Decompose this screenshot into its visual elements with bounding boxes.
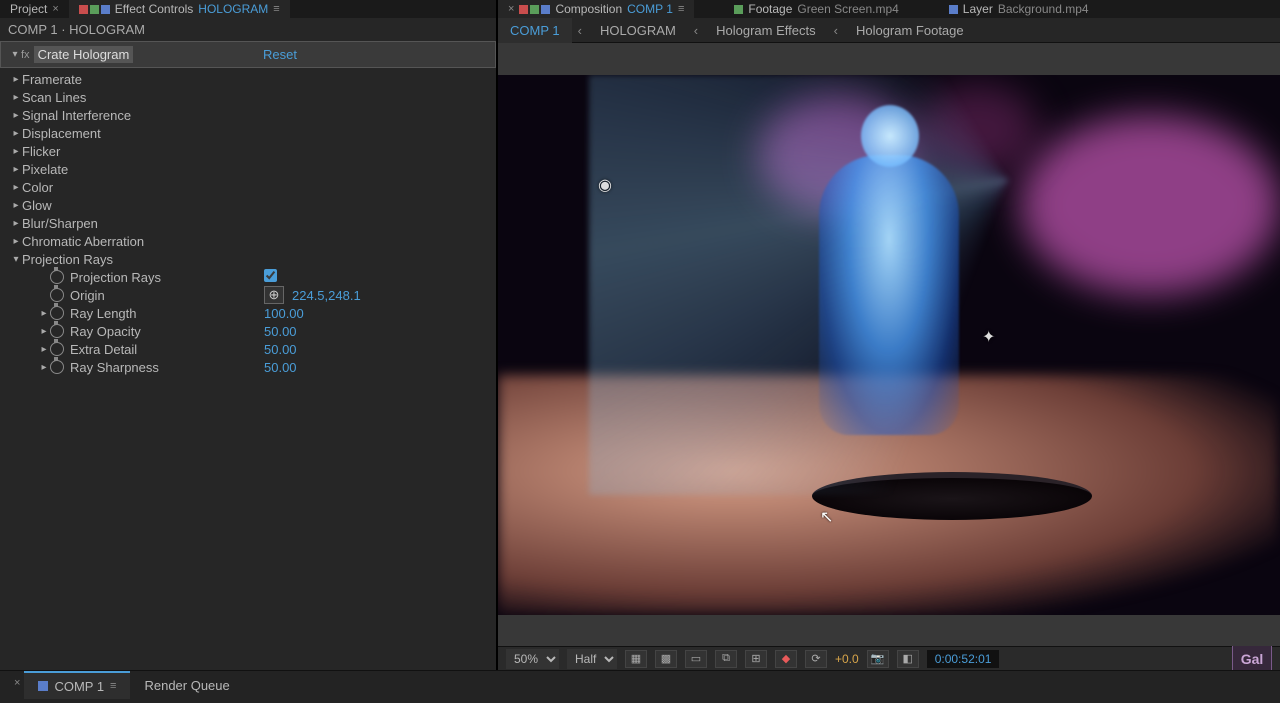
close-icon[interactable]: × <box>10 671 24 695</box>
effect-twirl-icon[interactable] <box>9 49 21 60</box>
group-displacement[interactable]: Displacement <box>0 124 496 142</box>
effect-controls-label: Effect Controls <box>115 2 193 16</box>
panel-menu-icon[interactable]: ≡ <box>678 3 684 15</box>
panel-menu-icon[interactable]: ≡ <box>273 3 279 15</box>
effect-header[interactable]: fx Crate Hologram Reset <box>0 41 496 68</box>
origin-marker[interactable]: ◉ <box>598 175 614 191</box>
nav-hologram-effects[interactable]: Hologram Effects <box>704 18 827 43</box>
nav-hologram[interactable]: HOLOGRAM <box>588 18 688 43</box>
region-icon[interactable]: ⧉ <box>715 650 737 668</box>
composition-breadcrumb: COMP 1 ‹ HOLOGRAM ‹ Hologram Effects ‹ H… <box>498 18 1280 43</box>
close-icon[interactable]: × <box>508 3 514 15</box>
ray-opacity-value[interactable]: 50.00 <box>264 324 297 339</box>
property-list: Framerate Scan Lines Signal Interference… <box>0 68 496 378</box>
exposure-value[interactable]: +0.0 <box>835 652 859 666</box>
group-chromatic-aberration[interactable]: Chromatic Aberration <box>0 232 496 250</box>
extra-detail-value[interactable]: 50.00 <box>264 342 297 357</box>
resolution-select[interactable]: Half <box>567 649 617 669</box>
timeline-tab-render-queue[interactable]: Render Queue <box>130 671 243 699</box>
group-scan-lines[interactable]: Scan Lines <box>0 88 496 106</box>
panel-menu-icon[interactable]: ≡ <box>110 680 116 692</box>
left-tab-bar: Project × Effect Controls HOLOGRAM ≡ <box>0 0 496 18</box>
composition-tab[interactable]: × Composition COMP 1 ≡ <box>498 0 694 18</box>
anchor-point-icon[interactable]: ✦ <box>982 327 998 343</box>
right-tab-bar: × Composition COMP 1 ≡ Footage Green Scr… <box>498 0 1280 18</box>
viewport[interactable]: ◉ ✦ ↖ <box>498 43 1280 646</box>
ray-length-value[interactable]: 100.00 <box>264 306 304 321</box>
footage-target: Green Screen.mp4 <box>797 2 898 16</box>
timeline-tab-comp1[interactable]: COMP 1 ≡ <box>24 671 130 699</box>
stopwatch-icon[interactable] <box>50 288 64 302</box>
snapshot-icon[interactable]: 📷 <box>867 650 889 668</box>
stopwatch-icon[interactable] <box>50 270 64 284</box>
group-blur-sharpen[interactable]: Blur/Sharpen <box>0 214 496 232</box>
prop-ray-length[interactable]: Ray Length 100.00 <box>0 304 496 322</box>
composition-target: COMP 1 <box>627 2 673 16</box>
transparency-grid-icon[interactable]: ▩ <box>655 650 677 668</box>
stopwatch-icon[interactable] <box>50 342 64 356</box>
prop-ray-opacity[interactable]: Ray Opacity 50.00 <box>0 322 496 340</box>
group-glow[interactable]: Glow <box>0 196 496 214</box>
stopwatch-icon[interactable] <box>50 360 64 374</box>
gal-badge: Gal <box>1232 644 1272 674</box>
channel-icon[interactable]: ◆ <box>775 650 797 668</box>
chevron-left-icon: ‹ <box>688 23 704 38</box>
crosshair-icon[interactable] <box>264 286 284 304</box>
project-tab-label: Project <box>10 2 47 16</box>
prop-extra-detail[interactable]: Extra Detail 50.00 <box>0 340 496 358</box>
nav-comp1[interactable]: COMP 1 <box>498 18 572 43</box>
project-tab[interactable]: Project × <box>0 0 69 18</box>
effect-breadcrumb: COMP 1 · HOLOGRAM <box>0 18 496 41</box>
chevron-left-icon: ‹ <box>828 23 844 38</box>
composition-panel: × Composition COMP 1 ≡ Footage Green Scr… <box>498 0 1280 670</box>
timeline-tab-bar: × COMP 1 ≡ Render Queue <box>0 670 1280 703</box>
ray-sharpness-value[interactable]: 50.00 <box>264 360 297 375</box>
fast-preview-icon[interactable]: ▦ <box>625 650 647 668</box>
group-signal-interference[interactable]: Signal Interference <box>0 106 496 124</box>
layer-label: Layer <box>963 2 993 16</box>
projection-rays-checkbox[interactable] <box>264 269 277 285</box>
group-color[interactable]: Color <box>0 178 496 196</box>
viewer-controls: 50% Half ▦ ▩ ▭ ⧉ ⊞ ◆ ⟳ +0.0 📷 ◧ 0:00:52:… <box>498 646 1280 670</box>
fx-toggle-icon[interactable]: fx <box>21 49 30 61</box>
show-snapshot-icon[interactable]: ◧ <box>897 650 919 668</box>
color-chips <box>79 5 110 14</box>
guides-icon[interactable]: ⊞ <box>745 650 767 668</box>
reset-button[interactable]: Reset <box>263 47 297 62</box>
effect-controls-panel: Project × Effect Controls HOLOGRAM ≡ COM… <box>0 0 498 670</box>
close-icon[interactable]: × <box>52 3 58 15</box>
stopwatch-icon[interactable] <box>50 324 64 338</box>
prop-origin[interactable]: Origin 224.5,248.1 <box>0 286 496 304</box>
zoom-select[interactable]: 50% <box>506 649 559 669</box>
effect-controls-tab[interactable]: Effect Controls HOLOGRAM ≡ <box>69 0 290 18</box>
timecode[interactable]: 0:00:52:01 <box>927 650 1000 668</box>
effect-name: Crate Hologram <box>34 46 134 63</box>
refresh-icon[interactable]: ⟳ <box>805 650 827 668</box>
footage-tab[interactable]: Footage Green Screen.mp4 <box>724 0 908 18</box>
group-pixelate[interactable]: Pixelate <box>0 160 496 178</box>
group-framerate[interactable]: Framerate <box>0 70 496 88</box>
group-projection-rays[interactable]: Projection Rays <box>0 250 496 268</box>
prop-ray-sharpness[interactable]: Ray Sharpness 50.00 <box>0 358 496 376</box>
group-flicker[interactable]: Flicker <box>0 142 496 160</box>
layer-target: Background.mp4 <box>998 2 1089 16</box>
footage-label: Footage <box>748 2 792 16</box>
stopwatch-icon[interactable] <box>50 306 64 320</box>
effect-controls-target: HOLOGRAM <box>198 2 268 16</box>
layer-tab[interactable]: Layer Background.mp4 <box>939 0 1099 18</box>
origin-value[interactable]: 224.5,248.1 <box>292 288 361 303</box>
preview-image: ◉ ✦ ↖ <box>498 75 1280 615</box>
nav-hologram-footage[interactable]: Hologram Footage <box>844 18 976 43</box>
mask-icon[interactable]: ▭ <box>685 650 707 668</box>
prop-projection-rays[interactable]: Projection Rays <box>0 268 496 286</box>
chevron-left-icon: ‹ <box>572 23 588 38</box>
composition-label: Composition <box>555 2 622 16</box>
